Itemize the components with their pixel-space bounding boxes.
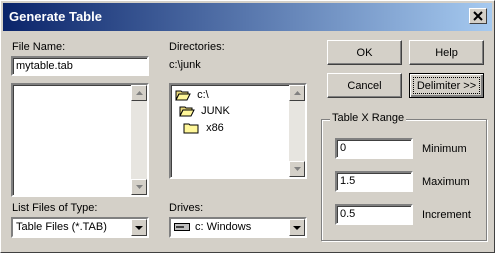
delimiter-button[interactable]: Delimiter >> xyxy=(409,73,484,98)
arrow-up-icon xyxy=(294,91,301,95)
arrow-down-icon xyxy=(136,185,143,189)
dir-item-root[interactable]: c:\ xyxy=(175,89,209,101)
drives-dropdown-button[interactable] xyxy=(289,219,305,236)
close-icon xyxy=(473,11,483,21)
directories-label: Directories: xyxy=(169,41,225,53)
chevron-down-icon xyxy=(135,226,143,230)
file-list-scrollbar[interactable] xyxy=(131,85,147,195)
scroll-up-button[interactable] xyxy=(131,85,147,101)
minimum-label: Minimum xyxy=(422,143,467,155)
maximum-label: Maximum xyxy=(422,176,470,188)
increment-label: Increment xyxy=(422,209,471,221)
arrow-down-icon xyxy=(294,167,301,171)
directory-tree[interactable]: c:\ JUNK x86 xyxy=(169,83,307,179)
title-bar[interactable]: Generate Table xyxy=(3,3,492,31)
window-title: Generate Table xyxy=(9,9,102,24)
scroll-down-button[interactable] xyxy=(131,179,147,195)
cancel-label: Cancel xyxy=(347,80,382,92)
increment-input[interactable]: 0.5 xyxy=(335,204,413,225)
dir-label-junk: JUNK xyxy=(201,105,230,117)
file-name-input[interactable]: mytable.tab xyxy=(11,56,149,76)
file-type-label: List Files of Type: xyxy=(12,202,98,214)
arrow-up-icon xyxy=(136,91,143,95)
drive-icon xyxy=(174,223,190,231)
dir-item-x86[interactable]: x86 xyxy=(183,122,224,134)
help-label: Help xyxy=(435,47,458,59)
help-button[interactable]: Help xyxy=(409,40,484,65)
drives-select[interactable]: c: Windows xyxy=(169,217,307,238)
current-path: c:\junk xyxy=(169,59,201,71)
table-x-range-label: Table X Range xyxy=(330,112,407,124)
scroll-down-button[interactable] xyxy=(289,161,305,177)
minimum-value: 0 xyxy=(340,142,347,154)
folder-icon xyxy=(183,123,199,134)
cancel-button[interactable]: Cancel xyxy=(327,73,402,98)
delimiter-label: Delimiter >> xyxy=(416,80,477,92)
file-type-dropdown-button[interactable] xyxy=(131,219,147,236)
drives-label: Drives: xyxy=(169,202,204,214)
dir-label-x86: x86 xyxy=(206,122,224,134)
maximum-input[interactable]: 1.5 xyxy=(335,171,413,192)
open-folder-icon xyxy=(175,90,191,101)
generate-table-dialog: Generate Table File Name: mytable.tab Li… xyxy=(0,0,495,253)
file-type-value: Table Files (*.TAB) xyxy=(16,221,107,233)
directory-scrollbar[interactable] xyxy=(289,85,305,177)
ok-button[interactable]: OK xyxy=(327,40,402,65)
close-button[interactable] xyxy=(469,8,487,24)
increment-value: 0.5 xyxy=(340,208,356,220)
file-name-value: mytable.tab xyxy=(16,60,73,72)
open-folder-icon xyxy=(179,106,195,117)
file-type-select[interactable]: Table Files (*.TAB) xyxy=(11,217,149,238)
dir-item-junk[interactable]: JUNK xyxy=(179,105,230,117)
minimum-input[interactable]: 0 xyxy=(335,138,413,159)
ok-label: OK xyxy=(356,47,373,59)
file-name-label: File Name: xyxy=(12,41,66,53)
drives-value: c: Windows xyxy=(195,221,252,233)
scroll-up-button[interactable] xyxy=(289,85,305,101)
maximum-value: 1.5 xyxy=(340,175,356,187)
dir-label-root: c:\ xyxy=(197,89,209,101)
chevron-down-icon xyxy=(293,226,301,230)
file-list[interactable] xyxy=(11,83,149,197)
